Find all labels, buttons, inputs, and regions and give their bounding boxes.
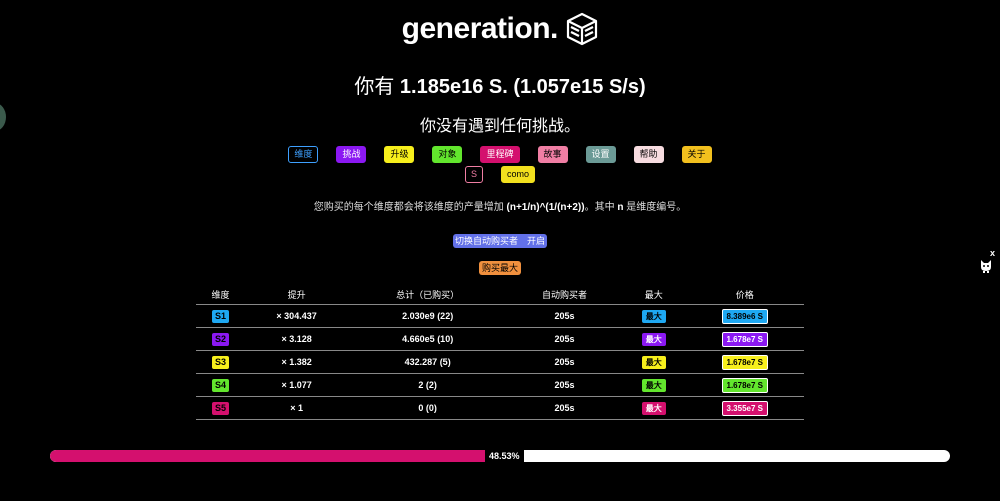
dimension-badge: S3 xyxy=(211,355,229,369)
table-header-row: 维度 提升 总计（已购买） 自动购买者 最大 价格 xyxy=(196,284,804,305)
total-cell: 2 (2) xyxy=(348,373,508,397)
score-prefix: 你有 xyxy=(354,74,395,98)
table-row: S3 × 1.382 432.287 (5) 205s 最大 1.678e7 S xyxy=(196,350,804,374)
cat-icon-svg xyxy=(981,260,991,273)
toggle-autobuyer-button[interactable]: 切换自动购买者 开启 xyxy=(453,234,547,248)
description-formula: (n+1/n)^(1/(n+2)) xyxy=(506,202,585,213)
max-button[interactable]: 最大 xyxy=(641,309,666,323)
tab-tabs_row1-2[interactable]: 升级 xyxy=(384,146,415,163)
header-price: 价格 xyxy=(685,284,804,305)
table-row: S1 × 304.437 2.030e9 (22) 205s 最大 8.389e6 S xyxy=(196,304,804,328)
buy-dimension-button[interactable]: 3.355e7 S xyxy=(721,400,768,416)
price-cell: 8.389e6 S xyxy=(685,304,804,328)
boost-cell: × 304.437 xyxy=(244,304,349,328)
dimension-cell: S4 xyxy=(196,373,245,397)
tab-tabs_row1-6[interactable]: 设置 xyxy=(585,146,616,163)
tab-tabs_row1-5[interactable]: 故事 xyxy=(537,146,568,163)
autobuyer-cell: 205s xyxy=(507,327,622,351)
tab-tabs_row1-0[interactable]: 维度 xyxy=(288,146,319,163)
progress-label: 48.53% xyxy=(485,450,524,462)
progress-bar: 48.53% xyxy=(50,450,950,462)
description-pre: 您购买的每个维度都会将该维度的产量增加 xyxy=(313,202,507,213)
close-icon[interactable]: x xyxy=(990,248,995,258)
table-row: S4 × 1.077 2 (2) 205s 最大 1.678e7 S xyxy=(196,373,804,397)
score-display: 你有 1.185e16 S. (1.057e15 S/s) xyxy=(0,70,1000,99)
autobuyer-cell: 205s xyxy=(507,373,622,397)
description-post: 是维度编号。 xyxy=(623,202,687,213)
total-cell: 4.660e5 (10) xyxy=(348,327,508,351)
buy-dimension-button[interactable]: 1.678e7 S xyxy=(721,354,768,370)
header-boost: 提升 xyxy=(244,284,349,305)
tab-tabs_row1-7[interactable]: 帮助 xyxy=(633,146,664,163)
table-row: S2 × 3.128 4.660e5 (10) 205s 最大 1.678e7 S xyxy=(196,327,804,351)
tab-tabs_row1-4[interactable]: 里程碑 xyxy=(480,146,520,163)
challenge-status: 你没有遇到任何挑战。 xyxy=(419,118,580,135)
dimensions-table: 维度 提升 总计（已购买） 自动购买者 最大 价格 S1 × 304.437 2.0… xyxy=(196,284,804,420)
autobuyer-cell: 205s xyxy=(507,350,622,374)
header-dimension: 维度 xyxy=(196,284,245,305)
max-button[interactable]: 最大 xyxy=(641,378,666,392)
tab-tabs_row1-1[interactable]: 挑战 xyxy=(336,146,367,163)
max-cell: 最大 xyxy=(621,396,686,420)
tab-tabs_row2-1[interactable]: como xyxy=(501,166,536,183)
score-value: 1.185e16 S. (1.057e15 S/s) xyxy=(399,76,646,98)
total-cell: 432.287 (5) xyxy=(348,350,508,374)
header-autobuyer: 自动购买者 xyxy=(507,284,622,305)
dimension-cell: S2 xyxy=(196,327,245,351)
progress-fill xyxy=(50,450,487,462)
secondary-tabs: Scomo xyxy=(0,166,1000,184)
max-cell: 最大 xyxy=(621,350,686,374)
max-cell: 最大 xyxy=(621,304,686,328)
price-cell: 3.355e7 S xyxy=(685,396,804,420)
dimension-badge: S4 xyxy=(211,378,229,392)
dimension-badge: S2 xyxy=(211,332,229,346)
buy-dimension-button[interactable]: 8.389e6 S xyxy=(721,308,768,324)
header-total: 总计（已购买） xyxy=(348,284,508,305)
max-cell: 最大 xyxy=(621,373,686,397)
autobuyer-cell: 205s xyxy=(507,396,622,420)
boost-cell: × 1.382 xyxy=(244,350,349,374)
boost-cell: × 1 xyxy=(244,396,349,420)
dimension-cell: S5 xyxy=(196,396,245,420)
header-max: 最大 xyxy=(621,284,686,305)
description-mid: 。其中 xyxy=(584,202,618,213)
max-cell: 最大 xyxy=(621,327,686,351)
price-cell: 1.678e7 S xyxy=(685,350,804,374)
tab-tabs_row1-8[interactable]: 关于 xyxy=(681,146,712,163)
logo: generation. xyxy=(0,12,1000,46)
max-button[interactable]: 最大 xyxy=(641,355,666,369)
max-button[interactable]: 最大 xyxy=(641,401,666,415)
max-button[interactable]: 最大 xyxy=(641,332,666,346)
boost-cell: × 1.077 xyxy=(244,373,349,397)
boost-cell: × 3.128 xyxy=(244,327,349,351)
price-cell: 1.678e7 S xyxy=(685,327,804,351)
dimension-cell: S3 xyxy=(196,350,245,374)
table-row: S5 × 10 (0) 205s 最大 3.355e7 S xyxy=(196,396,804,420)
tab-tabs_row1-3[interactable]: 对象 xyxy=(432,146,463,163)
main-tabs: 维度 挑战 升级 对象 里程碑 故事 设置 帮助 关于 xyxy=(0,146,1000,164)
buy-dimension-button[interactable]: 1.678e7 S xyxy=(721,331,768,347)
total-cell: 2.030e9 (22) xyxy=(348,304,508,328)
buy-max-button[interactable]: 购买最大 xyxy=(479,261,521,275)
cat-icon[interactable] xyxy=(979,259,993,278)
price-cell: 1.678e7 S xyxy=(685,373,804,397)
autobuyer-cell: 205s xyxy=(507,304,622,328)
total-cell: 0 (0) xyxy=(348,396,508,420)
buy-dimension-button[interactable]: 1.678e7 S xyxy=(721,377,768,393)
cube-logo-icon xyxy=(567,12,598,46)
logo-text: generation. xyxy=(401,12,559,45)
tab-tabs_row2-0[interactable]: S xyxy=(464,166,483,183)
dimension-badge: S5 xyxy=(211,401,229,415)
dimension-cell: S1 xyxy=(196,304,245,328)
dimension-description: 您购买的每个维度都会将该维度的产量增加 (n+1/n)^(1/(n+2))。其中… xyxy=(0,198,1000,213)
dimension-badge: S1 xyxy=(211,309,229,323)
